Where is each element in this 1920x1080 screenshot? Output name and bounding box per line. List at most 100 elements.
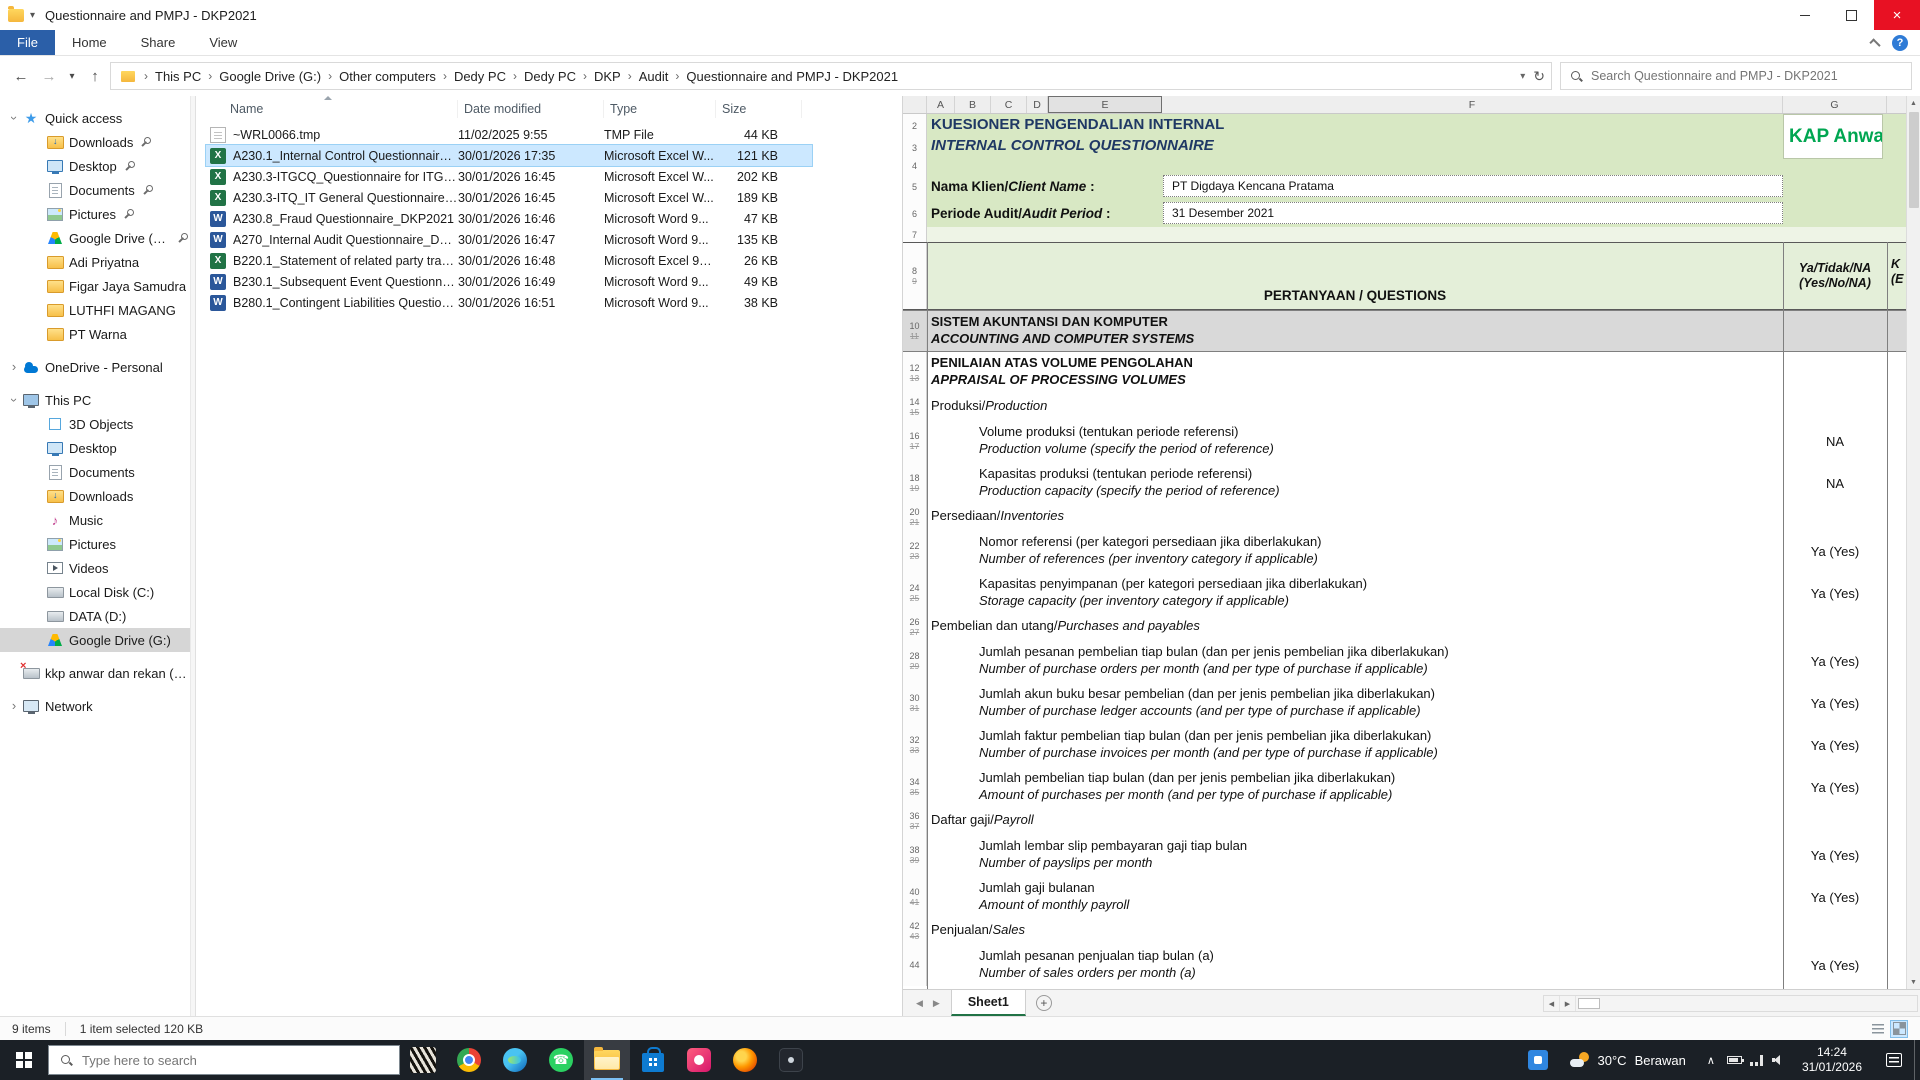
close-button[interactable]: × bbox=[1874, 0, 1920, 30]
answer-cell[interactable]: Ya (Yes) bbox=[1783, 530, 1887, 572]
file-row-b280-1-contingent-liabilities-questionn[interactable]: B280.1_Contingent Liabilities Questionn.… bbox=[206, 292, 812, 313]
address-box[interactable]: › This PC›Google Drive (G:)›Other comput… bbox=[110, 62, 1552, 90]
file-row-a230-3-itq-it-general-questionnaire-dk[interactable]: A230.3-ITQ_IT General Questionnaire_DK..… bbox=[206, 187, 812, 208]
chevron-icon[interactable]: › bbox=[8, 112, 20, 124]
sidebar-item-this-pc[interactable]: ›This PC bbox=[0, 388, 190, 412]
breadcrumb-item-other-computers[interactable]: Other computers bbox=[337, 69, 438, 84]
maximize-button[interactable] bbox=[1828, 0, 1874, 30]
breadcrumb-item-dedy-pc[interactable]: Dedy PC bbox=[522, 69, 578, 84]
col-header-G[interactable]: G bbox=[1783, 96, 1887, 113]
answer-cell[interactable]: Ya (Yes) bbox=[1783, 876, 1887, 918]
sidebar-item-pictures[interactable]: Pictures bbox=[0, 532, 190, 556]
chevron-icon[interactable]: › bbox=[8, 394, 20, 406]
answer-cell[interactable]: Ya (Yes) bbox=[1783, 834, 1887, 876]
chevron-icon[interactable]: › bbox=[8, 361, 20, 373]
preview-vertical-scrollbar[interactable]: ▲ ▼ bbox=[1906, 96, 1920, 989]
sidebar-item-figar-jaya-samudra[interactable]: Figar Jaya Samudra bbox=[0, 274, 190, 298]
file-row-a270-internal-audit-questionnaire-dkp2[interactable]: A270_Internal Audit Questionnaire_DKP2..… bbox=[206, 229, 812, 250]
col-header-B[interactable]: B bbox=[955, 96, 991, 113]
col-header-C[interactable]: C bbox=[991, 96, 1027, 113]
sidebar-item-quick-access[interactable]: ›Quick access bbox=[0, 106, 190, 130]
add-sheet-icon[interactable]: + bbox=[1036, 995, 1052, 1011]
scroll-left-icon[interactable]: ◀ bbox=[1544, 996, 1560, 1011]
tab-home[interactable]: Home bbox=[55, 30, 124, 55]
file-row-b220-1-statement-of-related-party-transac[interactable]: B220.1_Statement of related party transa… bbox=[206, 250, 812, 271]
sidebar-item-adi-priyatna[interactable]: Adi Priyatna bbox=[0, 250, 190, 274]
sidebar-item-downloads[interactable]: Downloads bbox=[0, 130, 190, 154]
column-header-name[interactable]: Name bbox=[206, 100, 458, 118]
taskbar-app-edge[interactable] bbox=[492, 1040, 538, 1080]
quick-access-toolbar-chevron[interactable]: ▾ bbox=[30, 10, 35, 21]
sheet-body[interactable]: 2KUESIONER PENGENDALIAN INTERNAL3INTERNA… bbox=[903, 114, 1906, 989]
breadcrumb-item-questionnaire-and-pmpj-dkp2021[interactable]: Questionnaire and PMPJ - DKP2021 bbox=[684, 69, 900, 84]
col-header-E[interactable]: E bbox=[1048, 96, 1162, 113]
refresh-icon[interactable]: ↻ bbox=[1533, 68, 1545, 85]
sheet-nav-right-icon[interactable]: ▶ bbox=[928, 998, 945, 1009]
sidebar-item-data-d[interactable]: DATA (D:) bbox=[0, 604, 190, 628]
answer-cell[interactable]: NA bbox=[1783, 462, 1887, 504]
taskbar-app-firefox[interactable] bbox=[722, 1040, 768, 1080]
file-row-b230-1-subsequent-event-questionnaire[interactable]: B230.1_Subsequent Event Questionnaire_..… bbox=[206, 271, 812, 292]
collapse-ribbon-icon[interactable] bbox=[1869, 38, 1880, 49]
file-row-wrl0066-tmp[interactable]: ~WRL0066.tmp11/02/2025 9:55TMP File44 KB bbox=[206, 124, 812, 145]
help-icon[interactable]: ? bbox=[1892, 35, 1908, 51]
sidebar-item-network[interactable]: ›Network bbox=[0, 694, 190, 718]
file-row-a230-3-itgcq-questionnaire-for-itgc-dk[interactable]: A230.3-ITGCQ_Questionnaire for ITGC_DK..… bbox=[206, 166, 812, 187]
forward-button[interactable]: → bbox=[36, 63, 62, 89]
clock[interactable]: 14:24 31/01/2026 bbox=[1790, 1045, 1874, 1075]
tab-file[interactable]: File bbox=[0, 30, 55, 55]
sidebar-item-3d-objects[interactable]: 3D Objects bbox=[0, 412, 190, 436]
answer-cell[interactable]: Ya (Yes) bbox=[1783, 724, 1887, 766]
sidebar-item-pictures[interactable]: Pictures bbox=[0, 202, 190, 226]
answer-cell[interactable]: Ya (Yes) bbox=[1783, 682, 1887, 724]
show-desktop-button[interactable] bbox=[1914, 1040, 1920, 1080]
chevron-icon[interactable]: › bbox=[8, 700, 20, 712]
address-dropdown-chevron[interactable]: ▾ bbox=[1520, 71, 1525, 82]
sidebar-item-music[interactable]: Music bbox=[0, 508, 190, 532]
back-button[interactable]: ← bbox=[8, 63, 34, 89]
tab-view[interactable]: View bbox=[192, 30, 254, 55]
preview-horizontal-scrollbar[interactable]: ◀ ▶ bbox=[1543, 995, 1918, 1012]
minimize-button[interactable] bbox=[1782, 0, 1828, 30]
column-header-date[interactable]: Date modified bbox=[458, 100, 604, 118]
taskbar-search-input[interactable] bbox=[82, 1053, 388, 1068]
answer-cell[interactable]: Ya (Yes) bbox=[1783, 640, 1887, 682]
answer-cell[interactable]: Ya (Yes) bbox=[1783, 766, 1887, 808]
scroll-up-icon[interactable]: ▲ bbox=[1907, 96, 1920, 110]
taskbar-app-pink-app[interactable] bbox=[676, 1040, 722, 1080]
col-header-D[interactable]: D bbox=[1027, 96, 1048, 113]
column-header-type[interactable]: Type bbox=[604, 100, 716, 118]
vertical-scroll-thumb[interactable] bbox=[1909, 112, 1919, 208]
taskbar-search-box[interactable] bbox=[48, 1045, 400, 1075]
column-header-size[interactable]: Size bbox=[716, 100, 802, 118]
field-value[interactable]: 31 Desember 2021 bbox=[1163, 202, 1783, 224]
field-value[interactable]: PT Digdaya Kencana Pratama bbox=[1163, 175, 1783, 197]
file-row-a230-8-fraud-questionnaire-dkp2021[interactable]: A230.8_Fraud Questionnaire_DKP202130/01/… bbox=[206, 208, 812, 229]
tab-share[interactable]: Share bbox=[124, 30, 193, 55]
explorer-search-input[interactable] bbox=[1591, 69, 1902, 83]
thumbnails-view-button[interactable] bbox=[1890, 1020, 1908, 1038]
sidebar-item-luthfi-magang[interactable]: LUTHFI MAGANG bbox=[0, 298, 190, 322]
taskbar-app-zebra[interactable] bbox=[400, 1040, 446, 1080]
sidebar-item-google-drive-g[interactable]: Google Drive (G:) bbox=[0, 628, 190, 652]
breadcrumb-item-google-drive-g[interactable]: Google Drive (G:) bbox=[217, 69, 323, 84]
taskbar-app-whatsapp[interactable] bbox=[538, 1040, 584, 1080]
sidebar-item-videos[interactable]: Videos bbox=[0, 556, 190, 580]
sidebar-item-desktop[interactable]: Desktop bbox=[0, 154, 190, 178]
answer-cell[interactable]: Ya (Yes) bbox=[1783, 572, 1887, 614]
sidebar-item-documents[interactable]: Documents bbox=[0, 460, 190, 484]
file-row-a230-1-internal-control-questionnaire-d[interactable]: A230.1_Internal Control Questionnaire_D.… bbox=[206, 145, 812, 166]
sidebar-item-local-disk-c[interactable]: Local Disk (C:) bbox=[0, 580, 190, 604]
taskbar-app-dark-app[interactable] bbox=[768, 1040, 814, 1080]
answer-cell[interactable]: Ya (Yes) bbox=[1783, 944, 1887, 986]
breadcrumb-item-this-pc[interactable]: This PC bbox=[153, 69, 203, 84]
breadcrumb-item-dedy-pc[interactable]: Dedy PC bbox=[452, 69, 508, 84]
hidden-icons-chevron[interactable]: ∧ bbox=[1698, 1054, 1724, 1067]
sidebar-item-documents[interactable]: Documents bbox=[0, 178, 190, 202]
horizontal-scroll-thumb[interactable] bbox=[1578, 998, 1600, 1009]
sidebar-item-desktop[interactable]: Desktop bbox=[0, 436, 190, 460]
explorer-search-box[interactable] bbox=[1560, 62, 1912, 90]
answer-cell[interactable]: NA bbox=[1783, 420, 1887, 462]
col-header-A[interactable]: A bbox=[927, 96, 955, 113]
sidebar-item-google-drive-g[interactable]: Google Drive (G:) bbox=[0, 226, 190, 250]
